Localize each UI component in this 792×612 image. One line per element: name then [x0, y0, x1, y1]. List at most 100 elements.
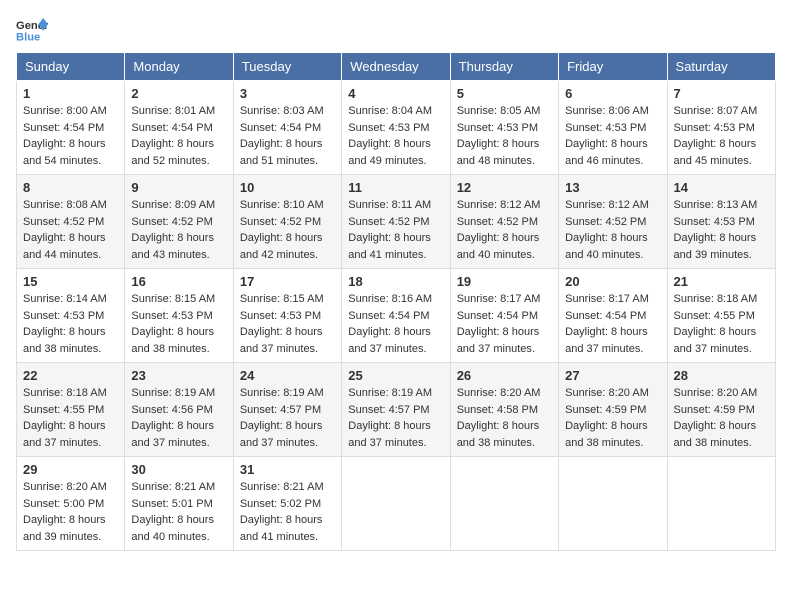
- calendar-cell: 29 Sunrise: 8:20 AM Sunset: 5:00 PM Dayl…: [17, 457, 125, 551]
- day-info: Sunrise: 8:04 AM Sunset: 4:53 PM Dayligh…: [348, 103, 443, 169]
- day-info: Sunrise: 8:19 AM Sunset: 4:57 PM Dayligh…: [348, 385, 443, 451]
- day-info: Sunrise: 8:20 AM Sunset: 5:00 PM Dayligh…: [23, 479, 118, 545]
- daylight-label: Daylight: 8 hours and 37 minutes.: [674, 326, 757, 355]
- sunrise-label: Sunrise: 8:16 AM: [348, 293, 432, 305]
- day-info: Sunrise: 8:20 AM Sunset: 4:59 PM Dayligh…: [565, 385, 660, 451]
- sunrise-label: Sunrise: 8:06 AM: [565, 105, 649, 117]
- sunrise-label: Sunrise: 8:17 AM: [457, 293, 541, 305]
- sunrise-label: Sunrise: 8:09 AM: [131, 199, 215, 211]
- day-number: 14: [674, 180, 769, 195]
- weekday-header-row: SundayMondayTuesdayWednesdayThursdayFrid…: [17, 53, 776, 81]
- day-info: Sunrise: 8:07 AM Sunset: 4:53 PM Dayligh…: [674, 103, 769, 169]
- sunset-label: Sunset: 4:54 PM: [240, 122, 321, 134]
- calendar-cell: [667, 457, 775, 551]
- day-number: 30: [131, 462, 226, 477]
- sunrise-label: Sunrise: 8:19 AM: [348, 387, 432, 399]
- svg-text:Blue: Blue: [16, 31, 40, 43]
- day-info: Sunrise: 8:13 AM Sunset: 4:53 PM Dayligh…: [674, 197, 769, 263]
- weekday-header-wednesday: Wednesday: [342, 53, 450, 81]
- day-number: 29: [23, 462, 118, 477]
- calendar-cell: 11 Sunrise: 8:11 AM Sunset: 4:52 PM Dayl…: [342, 175, 450, 269]
- sunset-label: Sunset: 4:54 PM: [23, 122, 104, 134]
- daylight-label: Daylight: 8 hours and 38 minutes.: [674, 420, 757, 449]
- sunset-label: Sunset: 4:54 PM: [348, 310, 429, 322]
- sunrise-label: Sunrise: 8:15 AM: [131, 293, 215, 305]
- sunset-label: Sunset: 4:52 PM: [131, 216, 212, 228]
- weekday-header-sunday: Sunday: [17, 53, 125, 81]
- calendar-cell: 30 Sunrise: 8:21 AM Sunset: 5:01 PM Dayl…: [125, 457, 233, 551]
- day-number: 18: [348, 274, 443, 289]
- day-number: 16: [131, 274, 226, 289]
- calendar-cell: [450, 457, 558, 551]
- sunrise-label: Sunrise: 8:17 AM: [565, 293, 649, 305]
- weekday-header-friday: Friday: [559, 53, 667, 81]
- sunrise-label: Sunrise: 8:05 AM: [457, 105, 541, 117]
- sunrise-label: Sunrise: 8:00 AM: [23, 105, 107, 117]
- calendar-cell: 10 Sunrise: 8:10 AM Sunset: 4:52 PM Dayl…: [233, 175, 341, 269]
- day-info: Sunrise: 8:12 AM Sunset: 4:52 PM Dayligh…: [457, 197, 552, 263]
- sunset-label: Sunset: 4:53 PM: [674, 216, 755, 228]
- day-info: Sunrise: 8:18 AM Sunset: 4:55 PM Dayligh…: [674, 291, 769, 357]
- calendar-cell: 8 Sunrise: 8:08 AM Sunset: 4:52 PM Dayli…: [17, 175, 125, 269]
- calendar-table: SundayMondayTuesdayWednesdayThursdayFrid…: [16, 52, 776, 551]
- day-number: 25: [348, 368, 443, 383]
- sunrise-label: Sunrise: 8:03 AM: [240, 105, 324, 117]
- week-row-5: 29 Sunrise: 8:20 AM Sunset: 5:00 PM Dayl…: [17, 457, 776, 551]
- day-number: 19: [457, 274, 552, 289]
- sunset-label: Sunset: 4:59 PM: [674, 404, 755, 416]
- calendar-cell: 12 Sunrise: 8:12 AM Sunset: 4:52 PM Dayl…: [450, 175, 558, 269]
- sunset-label: Sunset: 4:53 PM: [348, 122, 429, 134]
- sunrise-label: Sunrise: 8:15 AM: [240, 293, 324, 305]
- day-info: Sunrise: 8:15 AM Sunset: 4:53 PM Dayligh…: [240, 291, 335, 357]
- daylight-label: Daylight: 8 hours and 51 minutes.: [240, 138, 323, 167]
- sunrise-label: Sunrise: 8:11 AM: [348, 199, 431, 211]
- sunrise-label: Sunrise: 8:19 AM: [240, 387, 324, 399]
- day-number: 6: [565, 86, 660, 101]
- calendar-cell: [342, 457, 450, 551]
- daylight-label: Daylight: 8 hours and 41 minutes.: [240, 514, 323, 543]
- calendar-cell: 9 Sunrise: 8:09 AM Sunset: 4:52 PM Dayli…: [125, 175, 233, 269]
- day-number: 31: [240, 462, 335, 477]
- sunrise-label: Sunrise: 8:13 AM: [674, 199, 758, 211]
- sunset-label: Sunset: 4:52 PM: [457, 216, 538, 228]
- calendar-cell: 2 Sunrise: 8:01 AM Sunset: 4:54 PM Dayli…: [125, 81, 233, 175]
- sunrise-label: Sunrise: 8:21 AM: [131, 481, 215, 493]
- daylight-label: Daylight: 8 hours and 40 minutes.: [131, 514, 214, 543]
- calendar-cell: 5 Sunrise: 8:05 AM Sunset: 4:53 PM Dayli…: [450, 81, 558, 175]
- daylight-label: Daylight: 8 hours and 42 minutes.: [240, 232, 323, 261]
- day-info: Sunrise: 8:17 AM Sunset: 4:54 PM Dayligh…: [565, 291, 660, 357]
- daylight-label: Daylight: 8 hours and 37 minutes.: [348, 420, 431, 449]
- page-header: General Blue: [16, 16, 776, 44]
- day-number: 12: [457, 180, 552, 195]
- sunrise-label: Sunrise: 8:18 AM: [23, 387, 107, 399]
- daylight-label: Daylight: 8 hours and 37 minutes.: [240, 326, 323, 355]
- daylight-label: Daylight: 8 hours and 37 minutes.: [565, 326, 648, 355]
- day-number: 15: [23, 274, 118, 289]
- day-info: Sunrise: 8:15 AM Sunset: 4:53 PM Dayligh…: [131, 291, 226, 357]
- sunset-label: Sunset: 5:02 PM: [240, 498, 321, 510]
- day-number: 28: [674, 368, 769, 383]
- day-info: Sunrise: 8:03 AM Sunset: 4:54 PM Dayligh…: [240, 103, 335, 169]
- sunrise-label: Sunrise: 8:08 AM: [23, 199, 107, 211]
- weekday-header-thursday: Thursday: [450, 53, 558, 81]
- day-number: 26: [457, 368, 552, 383]
- day-info: Sunrise: 8:20 AM Sunset: 4:59 PM Dayligh…: [674, 385, 769, 451]
- sunset-label: Sunset: 4:53 PM: [131, 310, 212, 322]
- sunset-label: Sunset: 4:57 PM: [240, 404, 321, 416]
- daylight-label: Daylight: 8 hours and 45 minutes.: [674, 138, 757, 167]
- sunrise-label: Sunrise: 8:01 AM: [131, 105, 215, 117]
- sunset-label: Sunset: 4:52 PM: [565, 216, 646, 228]
- daylight-label: Daylight: 8 hours and 44 minutes.: [23, 232, 106, 261]
- calendar-cell: 13 Sunrise: 8:12 AM Sunset: 4:52 PM Dayl…: [559, 175, 667, 269]
- day-info: Sunrise: 8:01 AM Sunset: 4:54 PM Dayligh…: [131, 103, 226, 169]
- day-number: 3: [240, 86, 335, 101]
- sunset-label: Sunset: 4:53 PM: [240, 310, 321, 322]
- day-info: Sunrise: 8:16 AM Sunset: 4:54 PM Dayligh…: [348, 291, 443, 357]
- calendar-cell: 16 Sunrise: 8:15 AM Sunset: 4:53 PM Dayl…: [125, 269, 233, 363]
- day-info: Sunrise: 8:19 AM Sunset: 4:56 PM Dayligh…: [131, 385, 226, 451]
- sunrise-label: Sunrise: 8:20 AM: [23, 481, 107, 493]
- day-number: 22: [23, 368, 118, 383]
- logo-icon: General Blue: [16, 16, 48, 44]
- sunset-label: Sunset: 4:53 PM: [565, 122, 646, 134]
- daylight-label: Daylight: 8 hours and 40 minutes.: [457, 232, 540, 261]
